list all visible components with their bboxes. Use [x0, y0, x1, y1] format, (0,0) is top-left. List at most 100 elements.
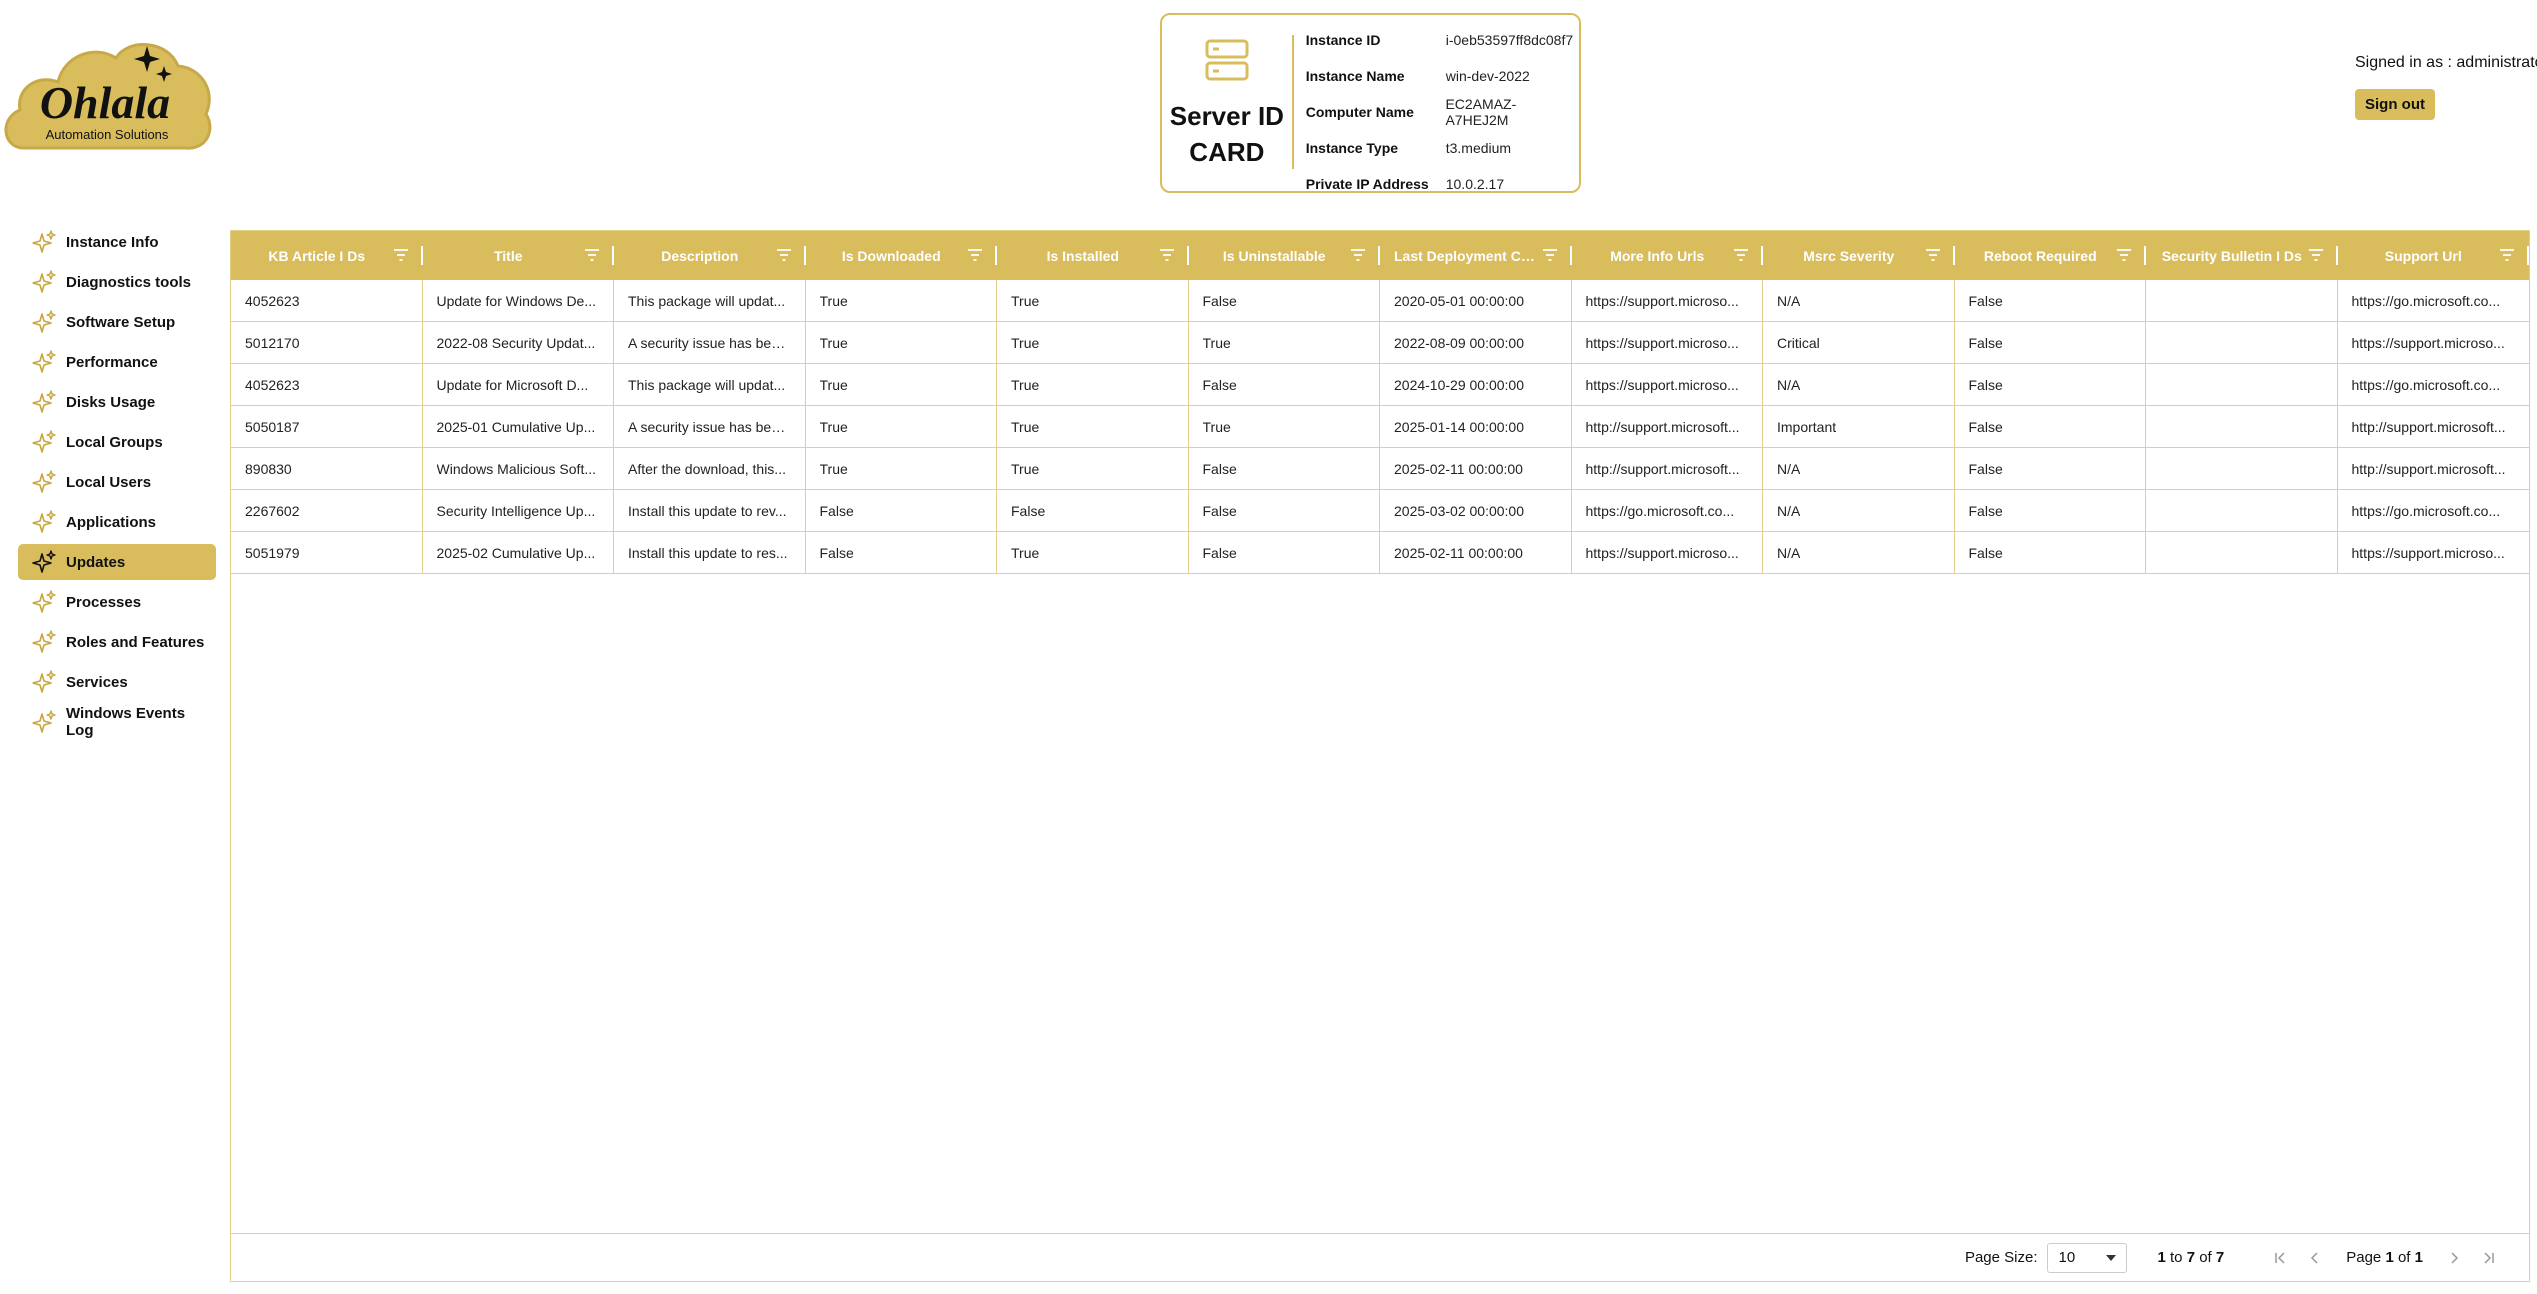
- id-card-header: Server ID CARD: [1162, 15, 1292, 191]
- sidebar-item-local-groups[interactable]: Local Groups: [18, 424, 216, 460]
- sparkle-icon: [32, 349, 58, 375]
- filter-icon[interactable]: [776, 247, 792, 263]
- column-header-label: Last Deployment Ch...: [1394, 247, 1538, 264]
- sidebar-item-services[interactable]: Services: [18, 664, 216, 700]
- filter-icon[interactable]: [1542, 247, 1558, 263]
- column-header[interactable]: Is Uninstallable: [1189, 231, 1380, 280]
- table-cell: 4052623: [231, 364, 423, 405]
- prev-page-button[interactable]: [2304, 1247, 2326, 1269]
- table-cell: 2020-05-01 00:00:00: [1380, 280, 1572, 321]
- filter-icon[interactable]: [2499, 247, 2515, 263]
- first-page-button[interactable]: [2270, 1247, 2292, 1269]
- table-cell: 890830: [231, 448, 423, 489]
- last-page-icon: [2484, 1251, 2494, 1264]
- column-header[interactable]: Support Url: [2338, 231, 2529, 280]
- last-page-button[interactable]: [2477, 1247, 2499, 1269]
- sidebar-item-roles-and-features[interactable]: Roles and Features: [18, 624, 216, 660]
- sidebar-item-label: Disks Usage: [66, 393, 156, 411]
- sidebar-item-updates[interactable]: Updates: [18, 544, 216, 580]
- column-header[interactable]: Description: [614, 231, 806, 280]
- grid-body: 4052623 Update for Windows De... This pack…: [231, 280, 2529, 574]
- column-header[interactable]: Security Bulletin I Ds: [2146, 231, 2338, 280]
- column-header[interactable]: Msrc Severity: [1763, 231, 1955, 280]
- sidebar-item-instance-info[interactable]: Instance Info: [18, 224, 216, 260]
- column-header[interactable]: Reboot Required: [1955, 231, 2146, 280]
- table-cell: A security issue has bee...: [614, 406, 806, 447]
- table-cell: This package will updat...: [614, 280, 806, 321]
- table-cell: https://support.microso...: [2351, 334, 2505, 351]
- filter-icon[interactable]: [1350, 247, 1366, 263]
- id-card-details: Instance ID i-0eb53597ff8dc08f7 Instance N…: [1294, 15, 1579, 192]
- table-row[interactable]: 4052623 Update for Microsoft D... This pac…: [231, 364, 2529, 406]
- filter-icon[interactable]: [393, 247, 409, 263]
- next-page-button[interactable]: [2443, 1247, 2465, 1269]
- sidebar-item-processes[interactable]: Processes: [18, 584, 216, 620]
- page-size-select[interactable]: 10: [2047, 1242, 2128, 1273]
- svg-text:Ohlala: Ohlala: [40, 77, 170, 128]
- column-header[interactable]: Is Installed: [997, 231, 1189, 280]
- table-cell: False: [1955, 406, 2146, 447]
- sign-out-button[interactable]: Sign out: [2355, 89, 2435, 120]
- sidebar-item-label: Updates: [66, 553, 126, 571]
- table-cell: 2025-01-14 00:00:00: [1380, 406, 1572, 447]
- svg-text:Automation Solutions: Automation Solutions: [46, 127, 169, 142]
- sidebar-nav: Instance Info Diagnostics tools Software S…: [18, 224, 216, 744]
- table-row[interactable]: 5051979 2025-02 Cumulative Up... Install t…: [231, 532, 2529, 574]
- sidebar-item-local-users[interactable]: Local Users: [18, 464, 216, 500]
- table-cell: N/A: [1763, 532, 1955, 573]
- sidebar-item-label: Local Groups: [66, 433, 163, 451]
- sidebar-item-label: Roles and Features: [66, 633, 205, 651]
- sidebar-item-disks-usage[interactable]: Disks Usage: [18, 384, 216, 420]
- grid-header: KB Article I Ds Title Description Is Downlo…: [231, 231, 2529, 280]
- table-cell: http://support.microsoft...: [1572, 406, 1763, 447]
- table-cell: False: [1955, 490, 2146, 531]
- id-card-value: i-0eb53597ff8dc08f7: [1445, 32, 1574, 48]
- table-cell: [2146, 406, 2338, 447]
- table-cell: False: [1955, 322, 2146, 363]
- column-header-label: Msrc Severity: [1803, 247, 1895, 264]
- table-cell: False: [1189, 490, 1380, 531]
- table-cell: 2024-10-29 00:00:00: [1380, 364, 1572, 405]
- sidebar-item-performance[interactable]: Performance: [18, 344, 216, 380]
- table-cell: https://support.microso...: [1572, 280, 1763, 321]
- filter-icon[interactable]: [967, 247, 983, 263]
- column-resize-handle[interactable]: [2527, 246, 2529, 265]
- row-count: 1 to 7 of 7: [2157, 1249, 2225, 1266]
- table-cell: N/A: [1763, 448, 1955, 489]
- sidebar-item-diagnostics-tools[interactable]: Diagnostics tools: [18, 264, 216, 300]
- filter-icon[interactable]: [1925, 247, 1941, 263]
- sidebar-item-windows-events-log[interactable]: Windows Events Log: [18, 704, 216, 740]
- table-row[interactable]: 4052623 Update for Windows De... This pack…: [231, 280, 2529, 322]
- table-row[interactable]: 890830 Windows Malicious Soft... After the…: [231, 448, 2529, 490]
- caret-down-icon: [2106, 1254, 2117, 1261]
- column-header[interactable]: KB Article I Ds: [231, 231, 423, 280]
- filter-icon[interactable]: [1159, 247, 1175, 263]
- table-cell: Security Intelligence Up...: [423, 490, 614, 531]
- sparkle-icon: [32, 709, 58, 735]
- table-cell: False: [1955, 532, 2146, 573]
- table-cell: False: [997, 490, 1189, 531]
- table-cell: https://go.microsoft.co...: [1572, 490, 1763, 531]
- table-cell: False: [1955, 364, 2146, 405]
- filter-icon[interactable]: [2308, 247, 2324, 263]
- id-card-label: Computer Name: [1305, 104, 1414, 120]
- sparkle-icon: [32, 269, 58, 295]
- table-row[interactable]: 5050187 2025-01 Cumulative Up... A securit…: [231, 406, 2529, 448]
- column-header[interactable]: Last Deployment Ch...: [1380, 231, 1572, 280]
- column-header[interactable]: More Info Urls: [1572, 231, 1763, 280]
- sidebar-item-label: Diagnostics tools: [66, 273, 192, 291]
- table-cell: True: [806, 280, 997, 321]
- sidebar-item-applications[interactable]: Applications: [18, 504, 216, 540]
- column-header[interactable]: Title: [423, 231, 614, 280]
- table-row[interactable]: 5012170 2022-08 Security Updat... A securi…: [231, 322, 2529, 364]
- table-row[interactable]: 2267602 Security Intelligence Up... Instal…: [231, 490, 2529, 532]
- filter-icon[interactable]: [2116, 247, 2132, 263]
- filter-icon[interactable]: [1733, 247, 1749, 263]
- column-header[interactable]: Is Downloaded: [806, 231, 997, 280]
- sidebar-item-software-setup[interactable]: Software Setup: [18, 304, 216, 340]
- id-card-title: Server ID CARD: [1169, 101, 1284, 167]
- id-card-value: t3.medium: [1445, 140, 1512, 156]
- table-cell: False: [1189, 280, 1380, 321]
- filter-icon[interactable]: [584, 247, 600, 263]
- table-cell: [2146, 448, 2338, 489]
